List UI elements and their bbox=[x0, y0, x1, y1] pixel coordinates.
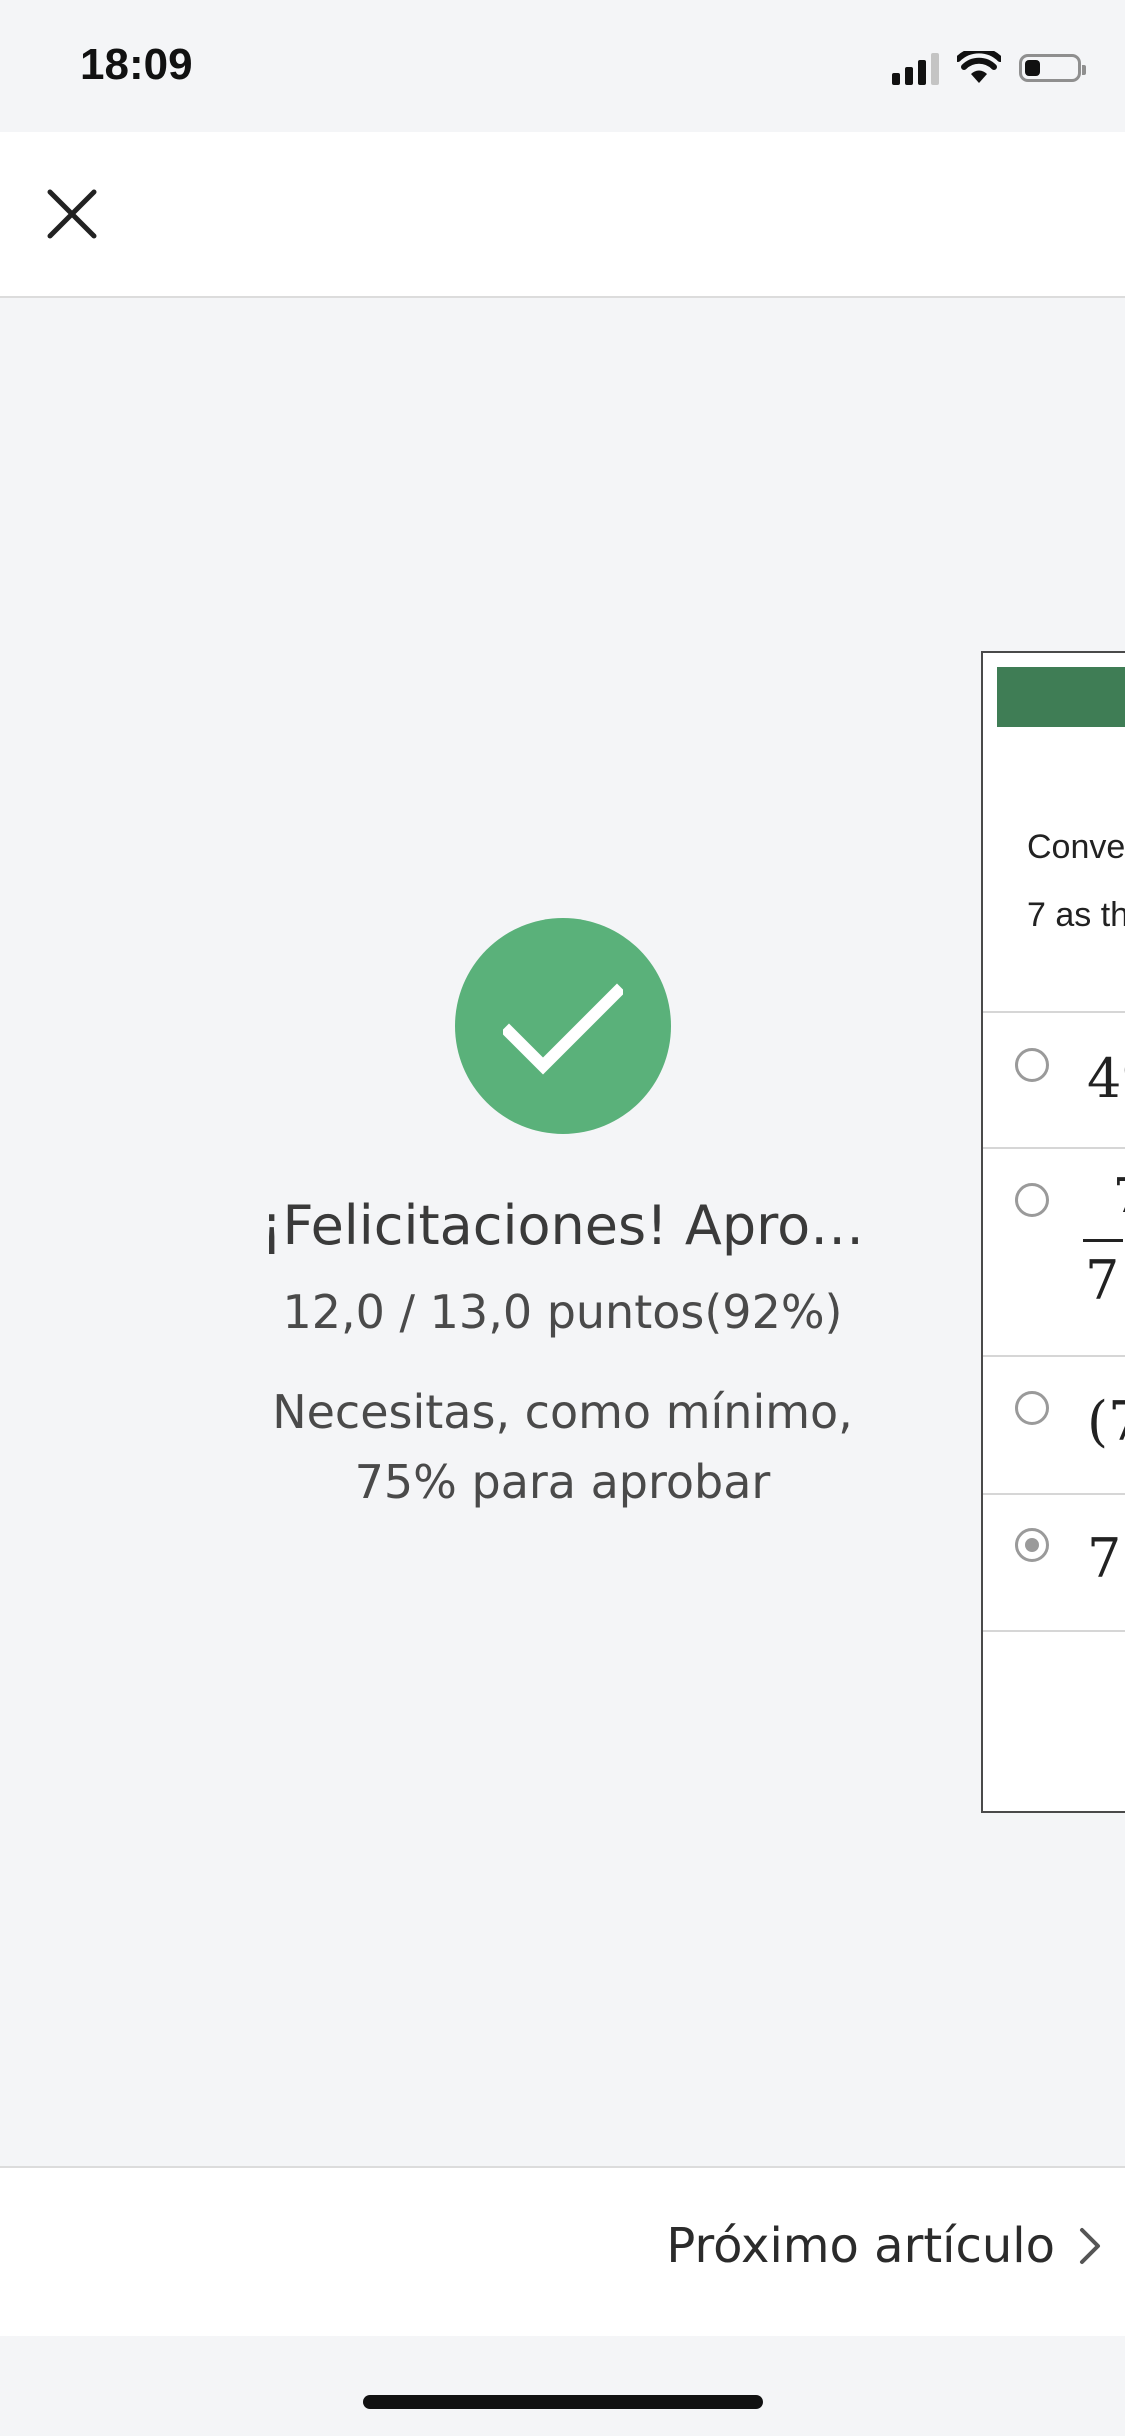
home-indicator[interactable] bbox=[363, 2395, 763, 2409]
question-text: Conve 7 as th bbox=[1027, 813, 1125, 949]
next-item-label: Próximo artículo bbox=[666, 2218, 1055, 2274]
option-text-3: (7 bbox=[1087, 1390, 1125, 1453]
option-radio-2[interactable] bbox=[1015, 1183, 1049, 1217]
option-divider bbox=[983, 1011, 1125, 1013]
battery-icon bbox=[1019, 54, 1086, 82]
close-icon bbox=[47, 189, 97, 239]
next-item-button[interactable]: Próximo artículo bbox=[666, 2218, 1103, 2274]
checkmark-icon bbox=[502, 983, 623, 1075]
status-icons bbox=[892, 46, 1086, 90]
option-divider bbox=[983, 1147, 1125, 1149]
option-radio-3[interactable] bbox=[1015, 1391, 1049, 1425]
option-text-1: 49 bbox=[1087, 1047, 1125, 1110]
result-score: 12,0 / 13,0 puntos(92%) bbox=[282, 1285, 843, 1339]
quiz-result: ¡Felicitaciones! Apro… 12,0 / 13,0 punto… bbox=[0, 918, 1125, 1517]
option-2-fraction-bar bbox=[1083, 1239, 1123, 1242]
chevron-right-icon bbox=[1080, 2228, 1100, 2264]
result-title: ¡Felicitaciones! Apro… bbox=[260, 1194, 865, 1257]
close-button[interactable] bbox=[40, 182, 104, 246]
option-2-denominator: 7 bbox=[1085, 1249, 1120, 1312]
option-text-4: 77 bbox=[1087, 1527, 1125, 1590]
status-time: 18:09 bbox=[80, 40, 193, 89]
status-bar: 18:09 bbox=[0, 0, 1125, 132]
wifi-icon bbox=[957, 51, 1001, 83]
option-divider bbox=[983, 1355, 1125, 1357]
question-text-line1: Conve bbox=[1027, 828, 1125, 866]
pass-requirement: Necesitas, como mínimo, 75% para aprobar bbox=[0, 1377, 1125, 1517]
option-divider bbox=[983, 1630, 1125, 1632]
pass-requirement-line2: 75% para aprobar bbox=[354, 1455, 771, 1509]
option-2-numerator: 7 bbox=[1113, 1168, 1125, 1224]
pass-requirement-line1: Necesitas, como mínimo, bbox=[272, 1385, 853, 1439]
success-badge bbox=[454, 918, 671, 1134]
option-divider bbox=[983, 1493, 1125, 1495]
question-preview-card[interactable]: Conve 7 as th 49 7 7 (7 77 bbox=[981, 651, 1125, 1813]
question-text-line2: 7 as th bbox=[1027, 896, 1125, 934]
option-radio-1[interactable] bbox=[1015, 1048, 1049, 1082]
question-card-header bbox=[997, 667, 1125, 727]
option-radio-4-selected[interactable] bbox=[1015, 1528, 1049, 1562]
bottom-bar: Próximo artículo bbox=[0, 2166, 1125, 2336]
top-bar bbox=[0, 132, 1125, 298]
cellular-signal-icon bbox=[892, 51, 939, 85]
